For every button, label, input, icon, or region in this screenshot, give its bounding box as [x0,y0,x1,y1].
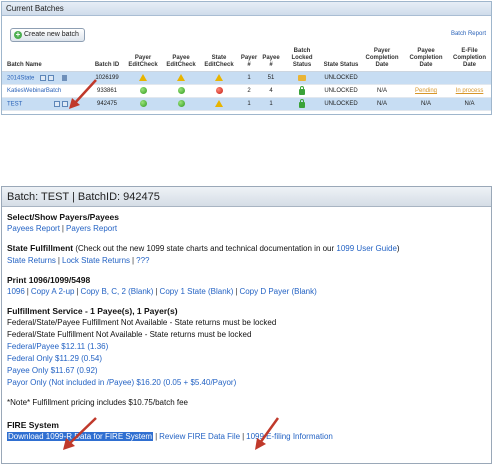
fire-system-title: FIRE System [7,420,59,430]
table-row[interactable]: KatiesWebinarBatch 933861 2 4 UNLOCKED N… [2,84,491,98]
state-status: UNLOCKED [322,97,360,111]
table-row[interactable]: 2014State 1026199 1 51 UNLOCKED [2,71,491,85]
print-copy-1-state-link[interactable]: Copy 1 State (Blank) [160,287,234,296]
state-status: UNLOCKED [322,84,360,98]
lock-state-returns-link[interactable]: Lock State Returns [62,256,130,265]
col-payee-editcheck: Payee EditCheck [162,48,200,72]
payee-count: 1 [260,97,282,111]
payers-report-link[interactable]: Payers Report [66,224,117,233]
batch-id: 1026199 [90,71,124,85]
col-batch-name: Batch Name [2,48,90,72]
payee-completion-date [404,71,448,85]
locked-icon [299,86,305,95]
trash-icon[interactable] [61,74,67,81]
batches-table: Batch Name Batch ID Payer EditCheck Paye… [2,48,491,111]
payee-only-link[interactable]: Payee Only $11.67 (0.92) [7,365,491,377]
batch-detail-header: Batch: TEST | BatchID: 942475 [2,187,491,207]
batch-name-link[interactable]: 2014State [7,75,34,81]
print-copy-d-payer-link[interactable]: Copy D Payer (Blank) [239,287,316,296]
lock-small-icon[interactable] [48,74,55,81]
edit-icon[interactable] [53,100,60,107]
payer-count: 2 [238,84,260,98]
edit-icon[interactable] [40,74,47,81]
federal-payee-link[interactable]: Federal/Payee $12.11 (1.36) [7,341,491,353]
state-fulfillment-description: (Check out the new 1099 state charts and… [73,244,337,253]
col-batch-locked-status: Batch Locked Status [282,48,322,72]
col-state-status: State Status [322,48,360,72]
batch-name-link[interactable]: KatiesWebinarBatch [2,84,90,98]
state-fulfillment-title: State Fulfillment [7,243,74,253]
payees-report-link[interactable]: Payees Report [7,224,60,233]
payee-completion-date[interactable]: Pending [415,88,437,94]
batch-id: 933861 [90,84,124,98]
efile-completion-date[interactable]: In process [456,88,484,94]
payee-completion-date: N/A [404,97,448,111]
efiling-information-link[interactable]: 1099 E-filing Information [246,432,333,441]
payer-completion-date [360,71,404,85]
state-status: UNLOCKED [322,71,360,85]
user-guide-link[interactable]: 1099 User Guide [336,244,396,253]
batch-id: 942475 [90,97,124,111]
payor-only-link[interactable]: Payor Only (Not included in /Payee) $16.… [7,377,491,389]
warning-icon[interactable] [215,99,223,107]
check-ok-icon[interactable] [177,87,185,95]
download-fire-data-link[interactable]: Download 1099-R Data for FIRE System [7,432,154,441]
current-batches-header: Current Batches [2,2,491,16]
warning-icon[interactable] [215,73,223,81]
efile-completion-date [448,71,491,85]
print-copy-a-link[interactable]: Copy A 2-up [31,287,75,296]
create-new-batch-label: Create new batch [24,31,79,38]
current-batches-panel: Current Batches + Create new batch Batch… [1,1,492,115]
locked-icon [299,99,305,108]
payer-completion-date: N/A [360,84,404,98]
check-ok-icon[interactable] [177,100,185,108]
fulfillment-service-title: Fulfillment Service - 1 Payee(s), 1 Paye… [7,306,178,316]
warning-icon[interactable] [177,73,185,81]
pricing-note: *Note* Fulfillment pricing includes $10.… [7,398,188,407]
fulfillment-note: Federal/State/Payee Fulfillment Not Avai… [7,318,277,327]
print-copy-bc2-link[interactable]: Copy B, C, 2 (Blank) [81,287,154,296]
col-payee-count: Payee # [260,48,282,72]
batch-report-link[interactable]: Batch Report [451,31,486,37]
review-fire-data-link[interactable]: Review FIRE Data File [159,432,240,441]
col-payer-count: Payer # [238,48,260,72]
select-show-title: Select/Show Payers/Payees [7,212,119,222]
efile-completion-date: N/A [448,97,491,111]
payee-count: 4 [260,84,282,98]
state-returns-link[interactable]: State Returns [7,256,56,265]
unlocked-icon [298,74,306,81]
check-ok-icon[interactable] [139,87,147,95]
col-efile-completion-date: E-File Completion Date [448,48,491,72]
print-title: Print 1096/1099/5498 [7,275,91,285]
federal-only-link[interactable]: Federal Only $11.29 (0.54) [7,353,491,365]
col-payer-editcheck: Payer EditCheck [124,48,162,72]
fulfillment-note: Federal/State Fulfillment Not Available … [7,330,252,339]
col-state-editcheck: State EditCheck [200,48,238,72]
state-fulfillment-close: ) [396,244,400,253]
unknown-link[interactable]: ??? [136,256,149,265]
check-ok-icon[interactable] [139,100,147,108]
print-1096-link[interactable]: 1096 [7,287,25,296]
col-payer-completion-date: Payer Completion Date [360,48,404,72]
lock-small-icon[interactable] [61,100,68,107]
payer-count: 1 [238,97,260,111]
batch-detail-panel: Batch: TEST | BatchID: 942475 Select/Sho… [1,186,492,464]
table-row[interactable]: TEST 942475 1 1 UNLOCKED N/A N/A N/A [2,97,491,111]
create-new-batch-button[interactable]: + Create new batch [10,28,85,42]
payee-count: 51 [260,71,282,85]
error-icon[interactable] [215,87,223,95]
payer-count: 1 [238,71,260,85]
payer-completion-date: N/A [360,97,404,111]
col-batch-id: Batch ID [90,48,124,72]
plus-icon: + [14,30,22,39]
warning-icon[interactable] [139,73,147,81]
col-payee-completion-date: Payee Completion Date [404,48,448,72]
batch-name-link[interactable]: TEST [7,101,22,107]
table-header-row: Batch Name Batch ID Payer EditCheck Paye… [2,48,491,72]
